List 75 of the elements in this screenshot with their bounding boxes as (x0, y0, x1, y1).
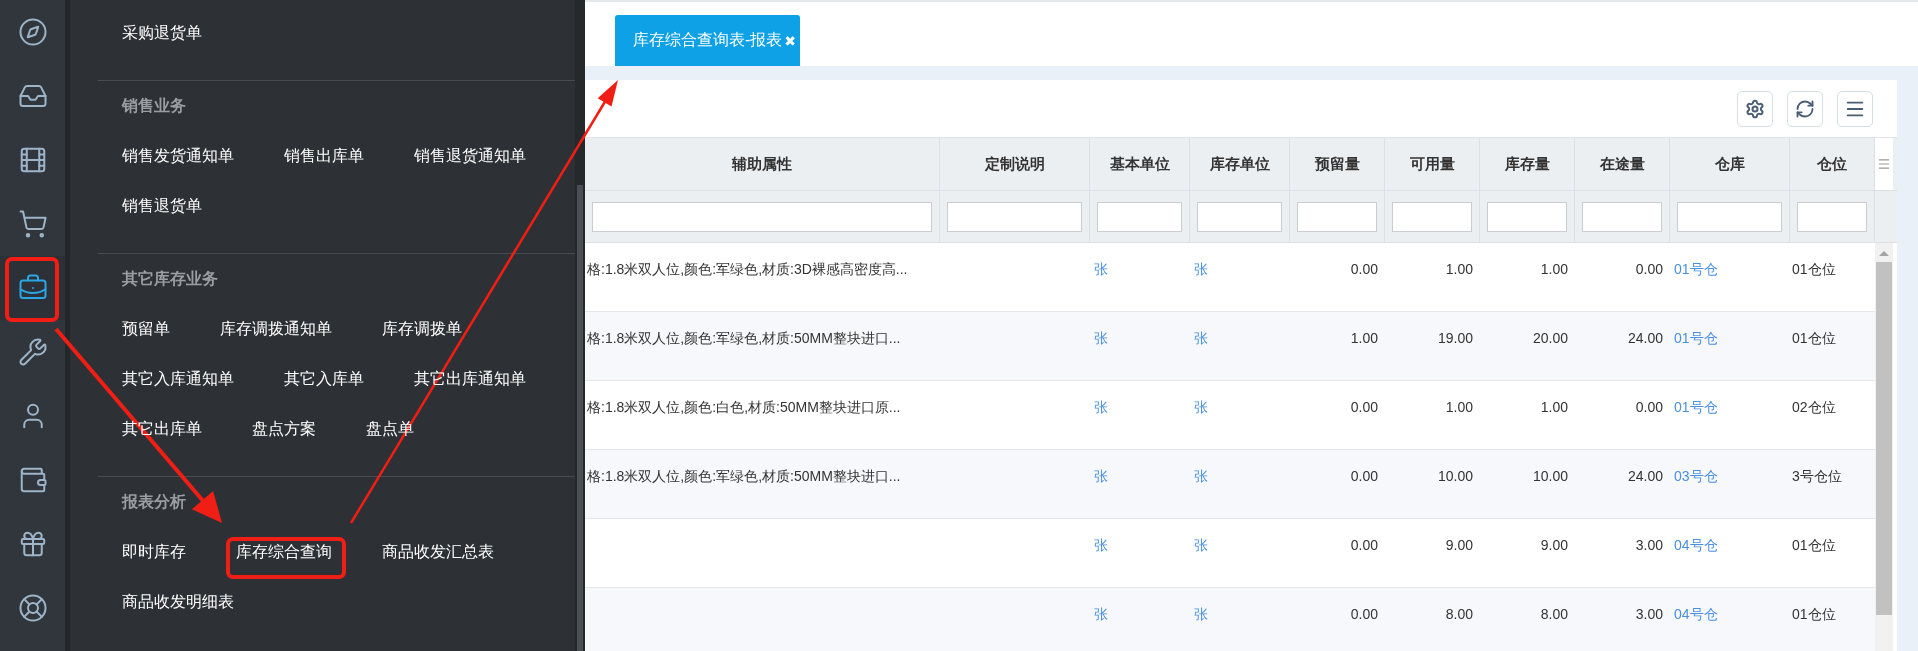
section-title: 销售业务 (122, 96, 187, 116)
cart-icon (17, 209, 48, 239)
lifebuoy-icon (17, 593, 48, 623)
table-cell-text: 9.00 (1444, 536, 1474, 555)
table-cell-text: 格:1.8米双人位,颜色:军绿色,材质:50MM整块进口... (586, 329, 902, 348)
filter-field[interactable] (1197, 201, 1282, 232)
menu-item[interactable]: 销售退货通知单 (414, 131, 526, 181)
table-cell-text: 3号仓位 (1791, 467, 1843, 486)
menu-item[interactable]: 商品收发明细表 (122, 577, 234, 627)
table-cell-text: 24.00 (1626, 329, 1664, 348)
table-cell-text: 格:1.8米双人位,颜色:军绿色,材质:3D裸感高密度高... (586, 260, 909, 279)
table-cell-text: 01仓位 (1791, 605, 1837, 624)
filter-field[interactable] (1392, 201, 1472, 232)
table-cell-text: 19.00 (1436, 329, 1474, 348)
table-cell-text: 01仓位 (1791, 329, 1837, 348)
scrollbar[interactable] (575, 0, 585, 651)
refresh-button[interactable] (1787, 90, 1823, 127)
table-cell-text: 02仓位 (1791, 398, 1837, 417)
tab-label: 库存综合查询表-报表 (633, 30, 783, 50)
table-cell-text: 格:1.8米双人位,颜色:白色,材质:50MM整块进口原... (586, 398, 902, 417)
menu-item[interactable]: 盘点方案 (252, 404, 316, 454)
table-cell-text: 0.00 (1349, 467, 1379, 486)
filter-field[interactable] (1297, 201, 1377, 232)
section-title: 其它库存业务 (122, 269, 219, 289)
table-cell-text: 0.00 (1634, 398, 1664, 417)
gear-icon (1745, 98, 1765, 119)
menu-button[interactable] (1837, 90, 1873, 127)
table-cell-text: 24.00 (1626, 467, 1664, 486)
filter-field[interactable] (1582, 201, 1662, 232)
table-cell-text: 20.00 (1531, 329, 1569, 348)
menu-item[interactable]: 即时库存 (122, 527, 186, 577)
table-cell-text: 10.00 (1436, 467, 1474, 486)
filter-field[interactable] (947, 201, 1082, 232)
table-cell-text: 0.00 (1349, 260, 1379, 279)
wrench-icon (17, 337, 48, 367)
menu-item[interactable]: 采购退货单 (122, 8, 202, 58)
menu-item[interactable]: 其它入库通知单 (122, 354, 234, 404)
menu-item[interactable]: 销售发货通知单 (122, 131, 234, 181)
scrollbar[interactable] (1875, 243, 1893, 651)
table-cell-text: 1.00 (1349, 329, 1379, 348)
table-cell-text: 1.00 (1539, 398, 1569, 417)
menu-item[interactable]: 预留单 (122, 304, 170, 354)
menu-item[interactable]: 销售退货单 (122, 181, 202, 231)
table-cell-text: 1.00 (1444, 398, 1474, 417)
table-cell-text: 0.00 (1349, 398, 1379, 417)
menu-item[interactable]: 库存调拨单 (382, 304, 462, 354)
filter-field[interactable] (1797, 201, 1867, 232)
table-cell-text: 8.00 (1539, 605, 1569, 624)
table-cell-text: 9.00 (1539, 536, 1569, 555)
filter-field[interactable] (1097, 201, 1182, 232)
menu-item[interactable]: 商品收发汇总表 (382, 527, 494, 577)
table-cell-text: 3.00 (1634, 536, 1664, 555)
table-cell-text: 10.00 (1531, 467, 1569, 486)
highlight-frame (5, 257, 59, 322)
table-cell-text: 01仓位 (1791, 260, 1837, 279)
menu-item[interactable]: 库存调拨通知单 (220, 304, 332, 354)
table-cell-text: 0.00 (1634, 260, 1664, 279)
settings-button[interactable] (1737, 90, 1773, 127)
compass-icon (17, 17, 48, 47)
filter-field[interactable] (1487, 201, 1567, 232)
table-cell-text: 1.00 (1444, 260, 1474, 279)
table-cell-text: 0.00 (1349, 536, 1379, 555)
table-cell-text: 0.00 (1349, 605, 1379, 624)
menu-item[interactable]: 库存综合查询 (236, 527, 332, 577)
refresh-icon (1795, 98, 1815, 119)
table-cell-text: 1.00 (1539, 260, 1569, 279)
table-cell-text: 3.00 (1634, 605, 1664, 624)
table-cell-text: 格:1.8米双人位,颜色:军绿色,材质:50MM整块进口... (586, 467, 902, 486)
table-cell-text: 8.00 (1444, 605, 1474, 624)
filter-field[interactable] (1677, 201, 1782, 232)
section-title: 报表分析 (122, 492, 187, 512)
filter-field[interactable] (592, 201, 932, 232)
menu-item[interactable]: 其它入库单 (284, 354, 364, 404)
table-cell-text: 01仓位 (1791, 536, 1837, 555)
menu-item[interactable]: 销售出库单 (284, 131, 364, 181)
